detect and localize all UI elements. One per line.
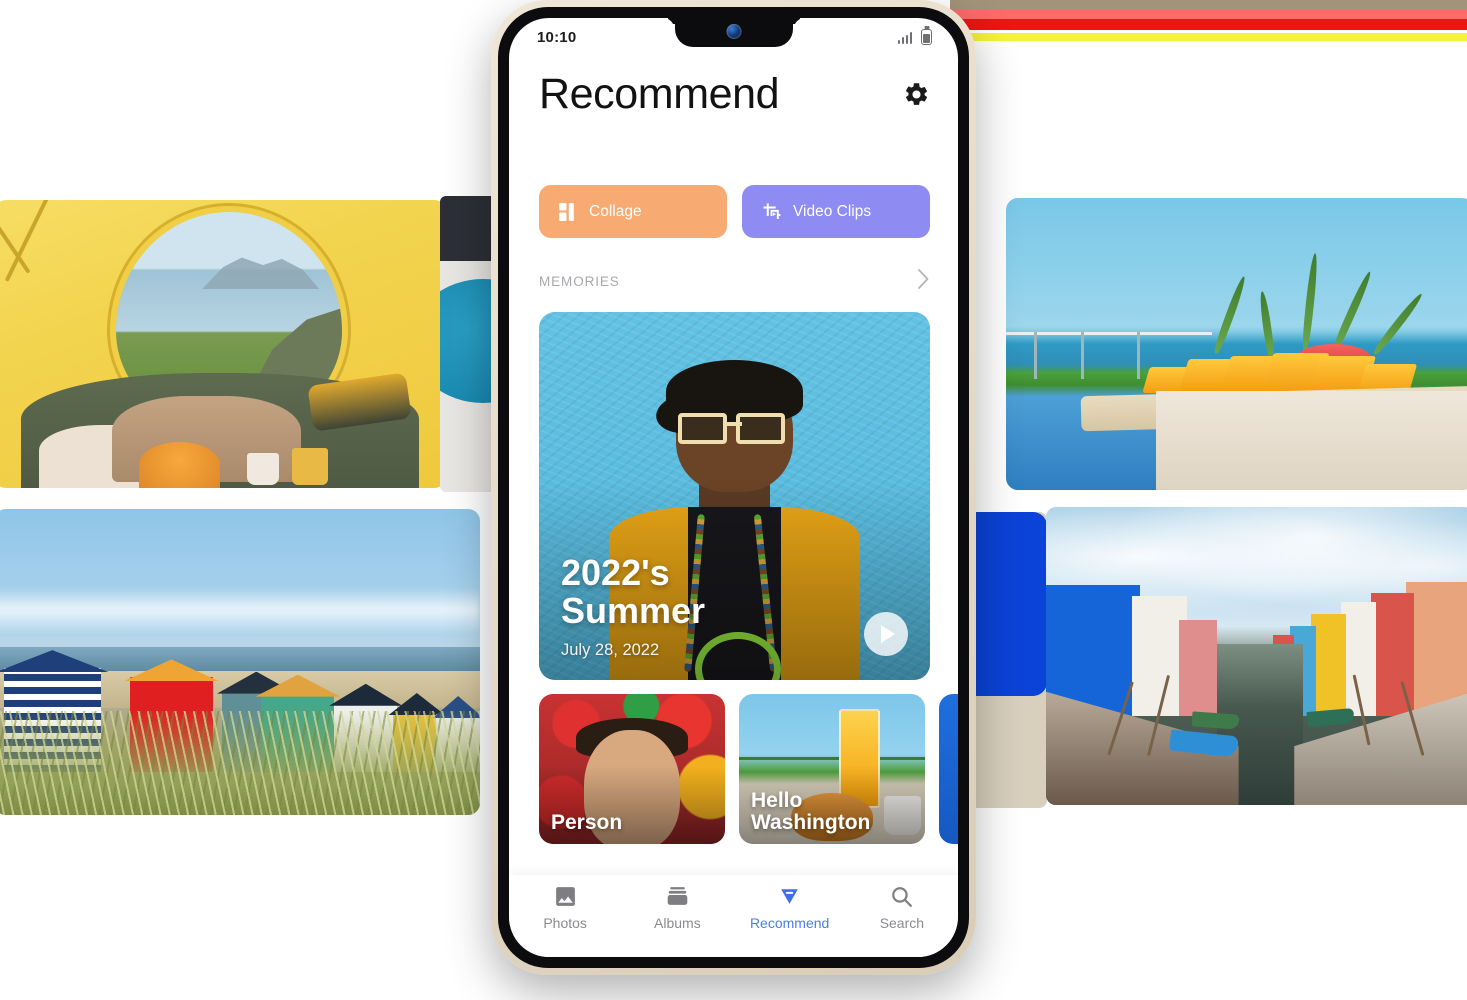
- quick-actions: Collage Video Clips: [509, 119, 958, 238]
- front-camera-icon: [726, 24, 741, 39]
- palm-leaf: [1371, 291, 1425, 356]
- memory-card-person[interactable]: Person: [539, 694, 725, 844]
- status-clock: 10:10: [537, 28, 577, 46]
- collage-grid-icon: [559, 202, 574, 221]
- gear-icon[interactable]: [903, 81, 930, 108]
- palm-leaf: [1330, 270, 1374, 354]
- memory-title-line1: 2022's: [561, 551, 670, 593]
- moored-boat: [1306, 707, 1355, 727]
- video-clips-button-label: Video Clips: [793, 202, 872, 220]
- page-title: Recommend: [539, 70, 780, 118]
- nav-item-recommend[interactable]: Recommend: [734, 884, 846, 931]
- sunglasses-left-lens: [677, 413, 727, 445]
- canal-house: [1178, 620, 1218, 716]
- bottom-navigation: Photos Albums Recommend Search: [509, 875, 958, 957]
- table: [1155, 390, 1467, 490]
- moored-boat: [1191, 710, 1240, 730]
- nav-item-search[interactable]: Search: [846, 884, 958, 931]
- memory-title: 2022's Summer: [561, 551, 706, 631]
- label-line2: Washington: [751, 810, 871, 834]
- memory-caption: 2022's Summer July 28, 2022: [561, 551, 706, 660]
- promo-composition: 10:10 Recommend Collage Video Clips MEMO…: [0, 0, 1467, 1000]
- status-indicators: [897, 29, 932, 45]
- palm-leaf: [1212, 275, 1248, 355]
- backdrop-photo-beach-huts: [0, 509, 480, 815]
- nav-item-recommend-label: Recommend: [749, 915, 830, 931]
- app-header: Recommend: [509, 56, 958, 119]
- mug: [292, 447, 329, 486]
- albums-icon: [667, 887, 688, 905]
- nav-item-albums[interactable]: Albums: [621, 884, 733, 931]
- rail-post: [1080, 332, 1084, 380]
- phone-screen: 10:10 Recommend Collage Video Clips MEMO…: [509, 18, 958, 957]
- nav-item-photos[interactable]: Photos: [509, 884, 621, 931]
- color-strip-rose: [950, 10, 1467, 19]
- signal-bars-icon: [897, 31, 912, 44]
- play-icon[interactable]: [864, 612, 908, 656]
- backdrop-photo-tent: [0, 200, 446, 488]
- scroll-fade: [509, 865, 958, 875]
- color-strip-yellow: [963, 33, 1467, 41]
- canal-house: [1311, 614, 1346, 716]
- search-icon: [892, 887, 913, 907]
- rail-post: [1034, 332, 1038, 380]
- photo-icon: [555, 887, 575, 906]
- cup: [247, 453, 279, 486]
- chevron-right-icon[interactable]: [917, 268, 930, 295]
- memory-hero-card[interactable]: 2022's Summer July 28, 2022: [539, 312, 930, 680]
- nav-item-photos-label: Photos: [543, 915, 587, 931]
- sunglasses-right-lens: [736, 413, 786, 445]
- backdrop-photo-fruit-platter: [1006, 198, 1467, 490]
- memory-card-hello-washington[interactable]: Hello Washington: [739, 694, 925, 844]
- memories-section-header[interactable]: MEMORIES: [509, 238, 958, 295]
- color-strip-tan: [950, 0, 1467, 10]
- collage-button[interactable]: Collage: [539, 185, 727, 238]
- memory-date: July 28, 2022: [561, 641, 660, 659]
- sunglasses-bridge: [724, 422, 743, 427]
- dune-grass: [0, 710, 480, 815]
- palm-leaf: [1300, 253, 1319, 353]
- collage-button-label: Collage: [589, 202, 642, 220]
- memory-card-hello-washington-label: Hello Washington: [751, 788, 871, 834]
- color-strip-red: [957, 19, 1467, 30]
- diamond-icon: [781, 889, 798, 904]
- battery-icon: [921, 29, 932, 45]
- pie: [138, 441, 220, 488]
- canal-house: [1405, 581, 1467, 716]
- memory-title-line2: Summer: [561, 589, 706, 631]
- video-clips-button[interactable]: Video Clips: [742, 185, 930, 238]
- rail-post: [1137, 332, 1141, 380]
- backdrop-photo-burano-canal: [1046, 507, 1467, 805]
- memory-card-partial[interactable]: [939, 694, 958, 844]
- label-line1: Hello: [751, 788, 803, 812]
- video-crop-icon: [763, 203, 781, 220]
- memories-label: MEMORIES: [539, 274, 620, 289]
- palm-leaf: [1258, 291, 1277, 362]
- phone-mockup: 10:10 Recommend Collage Video Clips MEMO…: [491, 0, 976, 975]
- cloud-band: [0, 588, 480, 632]
- balcony-rail: [739, 757, 925, 760]
- play-triangle: [881, 625, 895, 643]
- phone-notch: [674, 18, 793, 47]
- nav-item-albums-label: Albums: [654, 915, 701, 931]
- nav-item-search-label: Search: [879, 915, 925, 931]
- mountain-silhouette: [201, 257, 320, 290]
- memory-card-person-label: Person: [551, 810, 623, 834]
- memory-card-row: Person Hello Washington: [539, 694, 958, 844]
- phone-bezel: 10:10 Recommend Collage Video Clips MEMO…: [498, 7, 969, 968]
